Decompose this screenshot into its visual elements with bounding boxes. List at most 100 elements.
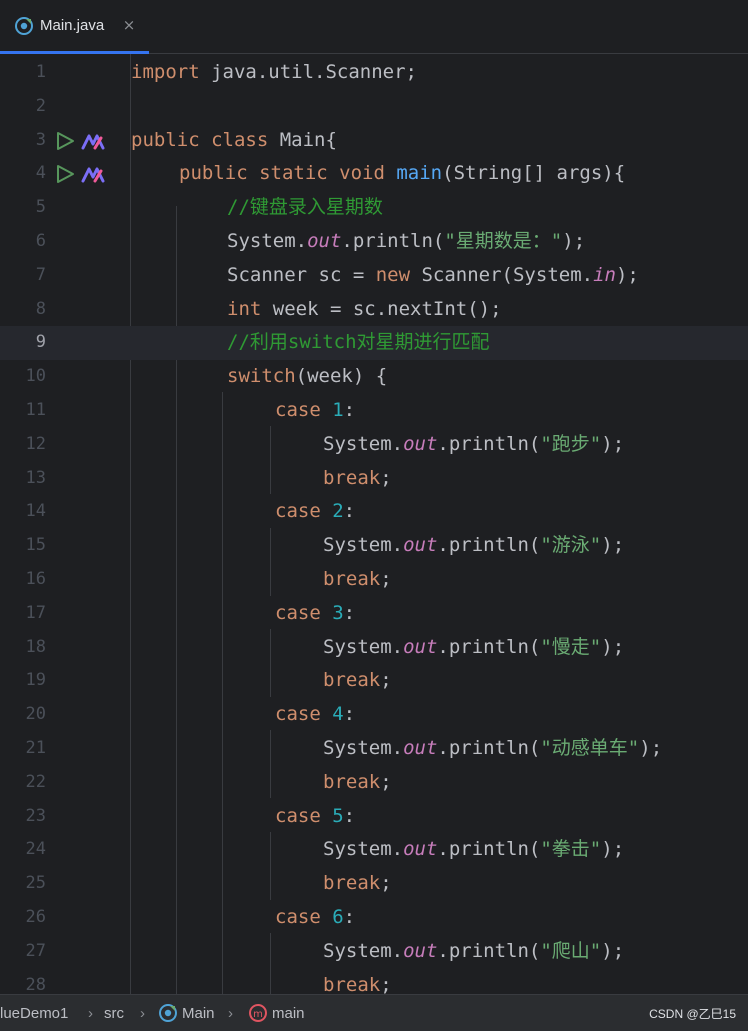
m-icon[interactable] (80, 163, 105, 185)
code-line: 7 Scanner sc = new Scanner(System.in); (0, 259, 748, 293)
code-line: 22 break; (0, 766, 748, 800)
code-text: case 4: (275, 703, 356, 726)
code-text: case 6: (275, 906, 356, 928)
code-text: public static void main(String[] args){ (179, 162, 626, 185)
run-icon[interactable] (54, 163, 76, 185)
line-number: 18 (25, 636, 46, 657)
line-number: 6 (35, 231, 46, 251)
line-number: 7 (35, 264, 46, 285)
code-line: 1 import java.util.Scanner; (0, 56, 748, 90)
line-number: 27 (25, 940, 46, 961)
code-line: 3 public class Main{ (0, 124, 748, 158)
editor-tab-bar: Main.java × (0, 0, 748, 54)
line-number: 10 (25, 366, 46, 387)
code-text: switch(week) { (227, 365, 388, 388)
code-text: break; (323, 466, 392, 489)
code-line: 28 break; (0, 969, 748, 994)
code-line: 27 System.out.println("爬山"); (0, 935, 748, 969)
code-line: 15 System.out.println("游泳"); (0, 529, 748, 563)
code-text: System.out.println("动感单车"); (323, 737, 663, 759)
line-number: 16 (25, 569, 46, 589)
line-number: 4 (35, 163, 46, 184)
code-line: 4 public static void main(String[] args)… (0, 157, 748, 191)
line-number: 12 (25, 433, 46, 454)
line-number: 20 (25, 704, 46, 725)
breadcrumb-class-label: Main (182, 1004, 215, 1022)
code-text: System.out.println("拳击"); (323, 838, 625, 861)
chevron-right-icon: › (88, 1004, 93, 1022)
line-number: 17 (25, 602, 46, 623)
code-line: 17 case 3: (0, 597, 748, 631)
line-number: 2 (35, 95, 46, 116)
line-number: 25 (25, 873, 46, 894)
watermark: CSDN @乙巳15 (649, 1006, 736, 1021)
line-number: 24 (25, 839, 46, 860)
code-line: 6 System.out.println("星期数是："); (0, 225, 748, 259)
line-number: 5 (35, 197, 46, 218)
line-number: 15 (25, 535, 46, 556)
code-line: 13 break; (0, 462, 748, 496)
code-text: break; (323, 770, 392, 793)
code-line: 10 switch(week) { (0, 360, 748, 394)
code-line: 12 System.out.println("跑步"); (0, 428, 748, 462)
code-line: 19 break; (0, 664, 748, 698)
close-icon[interactable]: × (121, 17, 137, 33)
line-number: 9 (35, 332, 46, 353)
line-number: 21 (25, 738, 46, 758)
code-text: import java.util.Scanner; (131, 61, 417, 83)
code-text: break; (323, 973, 392, 994)
m-icon[interactable] (80, 130, 105, 152)
code-text: case 2: (275, 500, 356, 523)
code-text: break; (323, 669, 392, 692)
chevron-right-icon: › (140, 1004, 145, 1022)
breadcrumb-method[interactable]: m main (248, 995, 305, 1031)
code-text: System.out.println("游泳"); (323, 534, 625, 557)
code-text: public class Main{ (131, 128, 337, 151)
code-editor[interactable]: 1 import java.util.Scanner; 2 3 public c… (0, 54, 748, 994)
method-icon: m (249, 1004, 267, 1022)
navigation-bar: lueDemo1 › src › Main › m main CSDN @乙巳1… (0, 994, 748, 1031)
code-text: case 1: (275, 399, 356, 421)
code-comment: //利用switch对星期进行匹配 (227, 331, 490, 354)
breadcrumb-method-label: main (272, 1004, 305, 1022)
code-text: Scanner sc = new Scanner(System.in); (227, 263, 639, 286)
line-number: 14 (25, 501, 46, 522)
code-text: break; (323, 872, 392, 895)
code-line: 25 break; (0, 867, 748, 901)
code-text: System.out.println("爬山"); (323, 939, 625, 962)
code-comment: //键盘录入星期数 (227, 196, 383, 219)
code-line-current: 9 //利用switch对星期进行匹配 (0, 326, 748, 361)
run-icon[interactable] (54, 130, 76, 152)
breadcrumb-project[interactable]: lueDemo1 (0, 995, 68, 1031)
code-text: System.out.println("跑步"); (323, 432, 625, 455)
code-line: 16 break; (0, 563, 748, 597)
code-line: 20 case 4: (0, 698, 748, 732)
line-number: 3 (35, 129, 46, 150)
code-line: 8 int week = sc.nextInt(); (0, 293, 748, 327)
code-line: 5 //键盘录入星期数 (0, 191, 748, 225)
code-line: 21 System.out.println("动感单车"); (0, 732, 748, 766)
code-text: break; (323, 568, 392, 590)
code-text: int week = sc.nextInt(); (227, 297, 502, 320)
breadcrumb-class[interactable]: Main (158, 995, 215, 1031)
java-class-icon (14, 16, 34, 36)
line-number: 1 (35, 62, 46, 82)
code-text: System.out.println("慢走"); (323, 635, 625, 658)
line-number: 8 (35, 298, 46, 319)
code-text: case 3: (275, 601, 356, 624)
tab-title: Main.java (40, 17, 105, 34)
code-text: System.out.println("星期数是："); (227, 230, 586, 252)
line-number: 28 (25, 974, 46, 994)
code-line: 18 System.out.println("慢走"); (0, 631, 748, 665)
code-line: 11 case 1: (0, 394, 748, 428)
line-number: 26 (25, 907, 46, 927)
java-class-icon (159, 1004, 177, 1022)
code-line: 2 (0, 90, 748, 124)
line-number: 23 (25, 805, 46, 826)
code-line: 26 case 6: (0, 901, 748, 935)
line-number: 13 (25, 467, 46, 488)
code-line: 14 case 2: (0, 495, 748, 529)
line-number: 11 (25, 400, 46, 420)
breadcrumb-src[interactable]: src (104, 995, 124, 1031)
line-number: 19 (25, 670, 46, 691)
